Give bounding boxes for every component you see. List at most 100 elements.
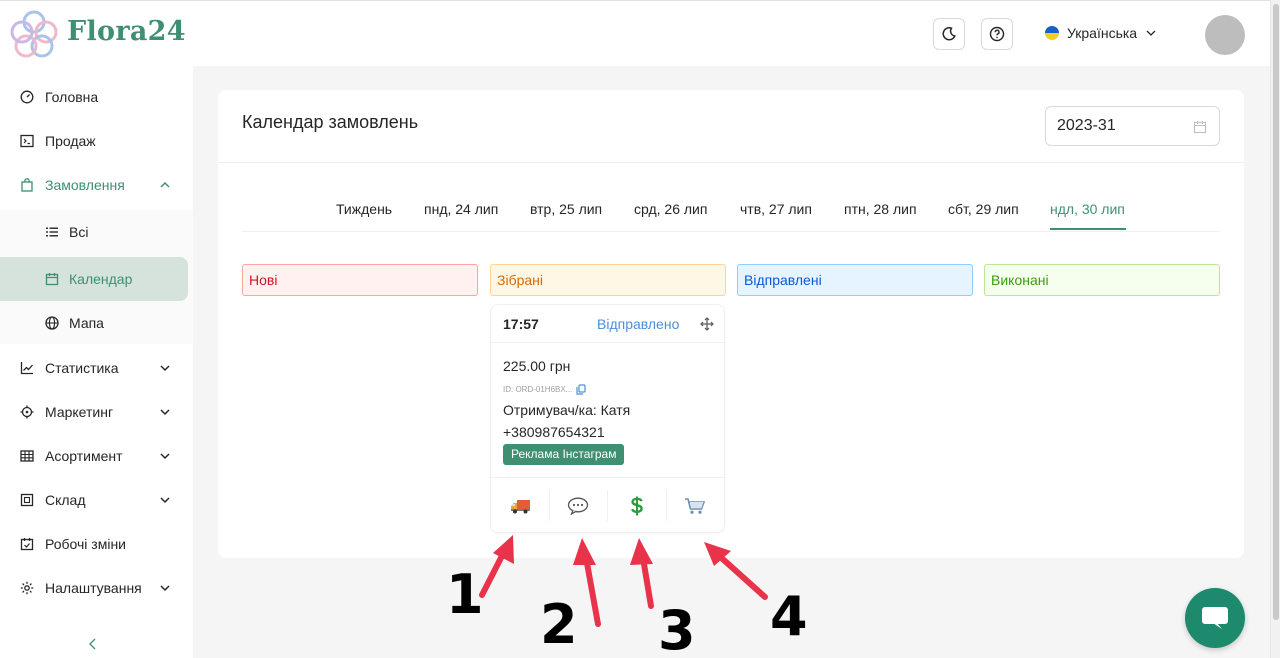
order-id-text: ID: ORD-01H6BX... [503, 385, 573, 394]
order-status[interactable]: Відправлено [597, 316, 679, 332]
sidebar-item-label: Головна [45, 89, 99, 105]
sidebar-item-orders[interactable]: Замовлення [0, 163, 193, 207]
tab-mon[interactable]: пнд, 24 лип [424, 201, 498, 217]
tab-fri[interactable]: птн, 28 лип [844, 201, 917, 217]
dashboard-icon [20, 90, 34, 104]
chat-button[interactable] [1185, 588, 1245, 648]
sidebar-item-settings[interactable]: Налаштування [0, 566, 193, 610]
annotation-4: 4 [770, 585, 808, 648]
tab-thu[interactable]: чтв, 27 лип [740, 201, 812, 217]
sidebar: Головна Продаж Замовлення Всі Календар М… [0, 66, 193, 658]
calendar-icon [1193, 121, 1207, 134]
sidebar-item-statistics[interactable]: Статистика [0, 346, 193, 390]
order-card-header: 17:57 Відправлено [491, 305, 724, 343]
order-source-tag: Реклама Інстаграм [503, 444, 625, 465]
shopping-bag-icon [20, 178, 34, 192]
sidebar-item-all-orders[interactable]: Всі [0, 210, 193, 254]
divider [218, 162, 1244, 163]
sidebar-item-label: Налаштування [45, 580, 142, 596]
active-tab-indicator [1050, 228, 1126, 230]
terminal-icon [20, 134, 34, 148]
question-icon [989, 26, 1005, 42]
schedule-icon [20, 537, 34, 551]
globe-icon [45, 316, 59, 330]
sidebar-item-sales[interactable]: Продаж [0, 119, 193, 163]
gear-icon [20, 581, 34, 595]
tab-sun[interactable]: ндл, 30 лип [1050, 201, 1125, 217]
week-value: 2023-31 [1057, 117, 1116, 134]
chevron-down-icon [160, 409, 170, 416]
line-chart-icon [20, 361, 34, 375]
sidebar-item-marketing[interactable]: Маркетинг [0, 390, 193, 434]
sidebar-item-label: Склад [45, 492, 86, 508]
flower-logo-icon[interactable] [8, 8, 60, 60]
drag-handle-icon[interactable] [700, 317, 714, 331]
order-recipient: Отримувач/ка: Катя [503, 402, 631, 418]
tab-wed[interactable]: срд, 26 лип [634, 201, 707, 217]
chevron-down-icon [1146, 30, 1156, 36]
app-header: Flora24 Українська [0, 0, 1270, 66]
aim-icon [20, 405, 34, 419]
avatar[interactable] [1205, 15, 1245, 55]
day-tabs: Тиждень пнд, 24 лип втр, 25 лип срд, 26 … [242, 190, 1220, 232]
week-picker[interactable]: 2023-31 [1045, 106, 1220, 146]
sidebar-item-label: Асортимент [45, 448, 123, 464]
moon-icon [942, 27, 956, 41]
column-done: Виконані [984, 264, 1220, 296]
sidebar-item-calendar[interactable]: Календар [0, 257, 188, 301]
annotation-1: 1 [446, 563, 484, 626]
sidebar-item-map[interactable]: Мапа [0, 301, 193, 345]
column-collected: Зібрані [490, 264, 726, 296]
theme-toggle-button[interactable] [933, 18, 965, 50]
chat-bubble-icon [1202, 607, 1228, 629]
help-button[interactable] [981, 18, 1013, 50]
sidebar-item-label: Маркетинг [45, 404, 114, 420]
language-label: Українська [1067, 25, 1138, 41]
list-icon [45, 225, 59, 239]
sidebar-item-label: Статистика [45, 360, 119, 376]
column-new: Нові [242, 264, 478, 296]
scrollbar[interactable] [1270, 0, 1280, 658]
scrollbar-thumb[interactable] [1273, 4, 1279, 620]
sidebar-item-label: Мапа [69, 315, 104, 331]
chevron-down-icon [160, 365, 170, 372]
chevron-up-icon [160, 181, 170, 188]
container-icon [20, 493, 34, 507]
payment-action-button[interactable] [608, 490, 667, 521]
sidebar-item-shifts[interactable]: Робочі зміни [0, 522, 193, 566]
sidebar-item-label: Продаж [45, 133, 96, 149]
app-name[interactable]: Flora24 [67, 16, 186, 47]
language-selector[interactable]: Українська [1045, 25, 1157, 41]
tab-tue[interactable]: втр, 25 лип [530, 201, 602, 217]
delivery-truck-icon [510, 499, 530, 513]
sidebar-item-label: Всі [69, 224, 89, 240]
annotation-3: 3 [658, 599, 696, 658]
calendar-icon [45, 272, 59, 286]
annotation-2: 2 [540, 593, 578, 656]
order-price: 225.00 грн [503, 358, 571, 374]
copy-icon[interactable] [576, 384, 586, 395]
order-actions [491, 477, 724, 533]
ukraine-flag-icon [1045, 26, 1059, 40]
chevron-down-icon [160, 585, 170, 592]
column-sent: Відправлені [737, 264, 973, 296]
chevron-down-icon [160, 453, 170, 460]
sidebar-item-label: Календар [69, 271, 133, 287]
table-icon [20, 449, 34, 463]
sidebar-item-warehouse[interactable]: Склад [0, 478, 193, 522]
cart-action-button[interactable] [667, 490, 725, 521]
sidebar-item-home[interactable]: Головна [0, 75, 193, 119]
sidebar-item-label: Замовлення [45, 177, 125, 193]
chevron-down-icon [160, 497, 170, 504]
collapse-sidebar-icon[interactable] [86, 637, 100, 651]
order-card[interactable]: 17:57 Відправлено 225.00 грн ID: ORD-01H… [490, 304, 725, 533]
orders-submenu: Всі Календар Мапа [0, 210, 193, 344]
comment-action-button[interactable] [550, 490, 608, 521]
orders-calendar-card: Календар замовлень 2023-31 Тиждень пнд, … [218, 90, 1244, 558]
tab-sat[interactable]: сбт, 29 лип [948, 201, 1019, 217]
tab-week[interactable]: Тиждень [336, 201, 392, 217]
speech-bubble-icon [568, 497, 589, 515]
sidebar-item-assortment[interactable]: Асортимент [0, 434, 193, 478]
delivery-action-button[interactable] [491, 490, 550, 521]
order-phone: +380987654321 [503, 424, 605, 440]
